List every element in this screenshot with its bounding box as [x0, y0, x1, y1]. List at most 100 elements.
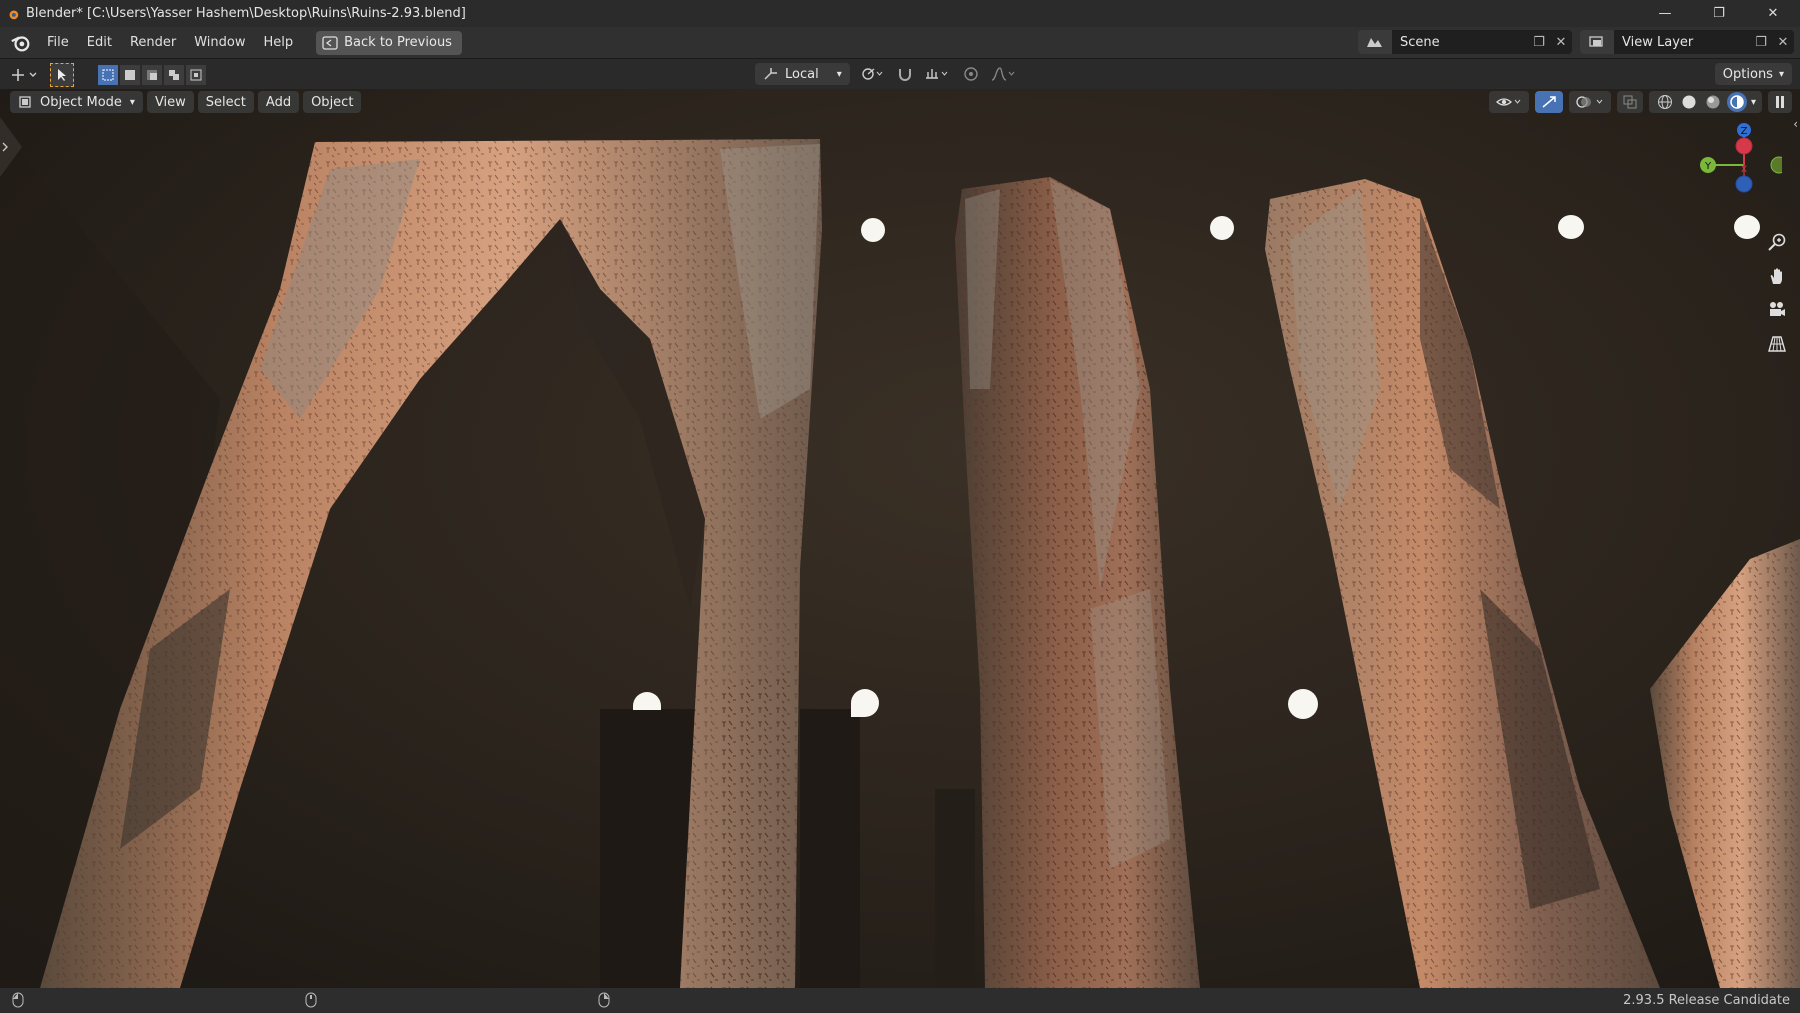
blender-app-icon [9, 10, 19, 19]
material-preview-icon[interactable] [1703, 92, 1723, 112]
options-dropdown[interactable]: Options ▾ [1714, 63, 1792, 85]
orientation-icon [764, 68, 777, 80]
gizmo-neg-y-axis[interactable] [1770, 156, 1782, 174]
rendered-shading-icon[interactable] [1726, 92, 1747, 112]
select-extend-icon[interactable] [120, 65, 140, 85]
delete-scene-icon[interactable]: ✕ [1550, 30, 1572, 54]
navigation-tools [1764, 229, 1790, 357]
top-menu-bar: File Edit Render Window Help Back to Pre… [0, 27, 1800, 59]
select-new-icon[interactable] [98, 65, 118, 85]
new-scene-icon[interactable]: ❐ [1528, 30, 1550, 54]
gizmo-z-label: Z [1741, 126, 1748, 137]
light-marker[interactable] [1558, 215, 1584, 239]
chevron-down-icon[interactable]: ▾ [1751, 97, 1756, 108]
menu-object[interactable]: Object [303, 91, 362, 113]
overlays-toggle-icon[interactable] [1568, 91, 1611, 113]
transform-orientation-dropdown[interactable]: Local ▾ [755, 63, 850, 85]
solid-shading-icon[interactable] [1679, 92, 1699, 112]
scene-render[interactable] [0, 89, 1800, 988]
status-bar: 2.93.5 Release Candidate [0, 988, 1800, 1013]
close-button[interactable]: ✕ [1746, 0, 1800, 27]
scene-name[interactable]: Scene [1392, 35, 1528, 50]
proportional-editing-icon[interactable] [960, 63, 982, 85]
selection-mode-group [98, 65, 208, 85]
wireframe-shading-icon[interactable] [1655, 92, 1675, 112]
menu-edit[interactable]: Edit [78, 31, 121, 54]
falloff-curve-icon[interactable] [988, 63, 1018, 85]
scene-layer-group: Scene ❐ ✕ View Layer ❐ ✕ [1358, 30, 1794, 54]
mouse-middle-icon [305, 992, 317, 1008]
gizmo-y-label: Y [1704, 161, 1712, 172]
gizmo-x-label: X [1741, 165, 1747, 175]
select-subtract-icon[interactable] [142, 65, 162, 85]
stone-fragment-right[interactable] [1650, 539, 1800, 988]
view-layer-icon[interactable] [1580, 30, 1614, 54]
snap-increment-icon[interactable] [922, 63, 954, 85]
scene-selector[interactable]: Scene ❐ ✕ [1358, 30, 1572, 54]
light-marker[interactable] [861, 218, 885, 242]
transform-orientation-value: Local [785, 66, 819, 82]
back-to-previous-button[interactable]: Back to Previous [316, 30, 462, 55]
version-label: 2.93.5 Release Candidate [1623, 993, 1790, 1008]
stone-pillar-center[interactable] [955, 177, 1200, 988]
object-mode-dropdown[interactable]: Object Mode ▾ [10, 91, 143, 113]
select-tool-icon[interactable] [50, 63, 74, 87]
navigation-gizmo[interactable]: Z Y X [1682, 119, 1782, 219]
light-marker[interactable] [851, 689, 879, 717]
gizmo-toggle-icon[interactable] [1534, 91, 1563, 113]
menu-select[interactable]: Select [197, 91, 254, 113]
pivot-point-icon[interactable] [856, 63, 888, 85]
chevron-down-icon: ▾ [1778, 68, 1784, 80]
sidebar-toggle-icon[interactable]: ‹ [1793, 117, 1798, 131]
viewport-header: Object Mode ▾ View Select Add Object [10, 91, 362, 113]
menu-help[interactable]: Help [255, 31, 303, 54]
toolbar-toggle-icon[interactable] [0, 117, 24, 177]
stone-pillar-right[interactable] [1265, 179, 1660, 988]
pause-render-icon[interactable] [1768, 91, 1792, 113]
pan-hand-icon[interactable] [1764, 263, 1790, 289]
gizmo-neg-z-axis[interactable] [1735, 175, 1753, 193]
restore-button[interactable]: ❐ [1692, 0, 1746, 27]
window-title: Blender* [C:\Users\Yasser Hashem\Desktop… [26, 6, 466, 21]
view-layer-selector[interactable]: View Layer ❐ ✕ [1580, 30, 1794, 54]
zoom-icon[interactable] [1764, 229, 1790, 255]
viewport-shading-controls: ▾ [1488, 91, 1792, 113]
snap-magnet-icon[interactable] [894, 63, 916, 85]
menu-window[interactable]: Window [185, 31, 254, 54]
light-marker[interactable] [1210, 216, 1234, 240]
minimize-button[interactable]: — [1638, 0, 1692, 27]
3d-viewport[interactable]: Object Mode ▾ View Select Add Object ▾ ‹… [0, 89, 1800, 988]
camera-view-icon[interactable] [1764, 297, 1790, 323]
visibility-eye-icon[interactable] [1488, 91, 1529, 113]
mouse-right-icon [598, 992, 610, 1008]
gizmo-x-axis[interactable] [1735, 137, 1753, 155]
scene-icon[interactable] [1358, 30, 1392, 54]
window-controls: — ❐ ✕ [1638, 0, 1800, 27]
menu-view[interactable]: View [146, 91, 194, 113]
select-invert-icon[interactable] [164, 65, 184, 85]
menu-file[interactable]: File [38, 31, 78, 54]
xray-toggle-icon[interactable] [1616, 91, 1643, 113]
light-marker[interactable] [1734, 215, 1760, 239]
perspective-grid-icon[interactable] [1764, 331, 1790, 357]
light-marker[interactable] [1288, 689, 1318, 719]
title-bar: Blender* [C:\Users\Yasser Hashem\Desktop… [0, 0, 1800, 27]
new-view-layer-icon[interactable]: ❐ [1750, 30, 1772, 54]
object-mode-label: Object Mode [40, 94, 122, 110]
delete-view-layer-icon[interactable]: ✕ [1772, 30, 1794, 54]
object-mode-icon [19, 96, 31, 108]
back-screen-icon [322, 35, 338, 50]
tool-header: Local ▾ Options ▾ [0, 59, 1800, 89]
mouse-left-icon [12, 992, 24, 1008]
editor-type-icon[interactable] [8, 64, 42, 86]
menu-render[interactable]: Render [121, 31, 185, 54]
blender-logo-icon[interactable] [10, 32, 32, 54]
menu-add[interactable]: Add [257, 91, 300, 113]
chevron-down-icon: ▾ [836, 68, 842, 80]
back-to-previous-label: Back to Previous [344, 35, 452, 50]
select-intersect-icon[interactable] [186, 65, 206, 85]
transform-settings: Local ▾ [755, 63, 1018, 85]
view-layer-name[interactable]: View Layer [1614, 35, 1750, 50]
options-label: Options [1722, 66, 1773, 82]
chevron-down-icon: ▾ [129, 96, 135, 108]
